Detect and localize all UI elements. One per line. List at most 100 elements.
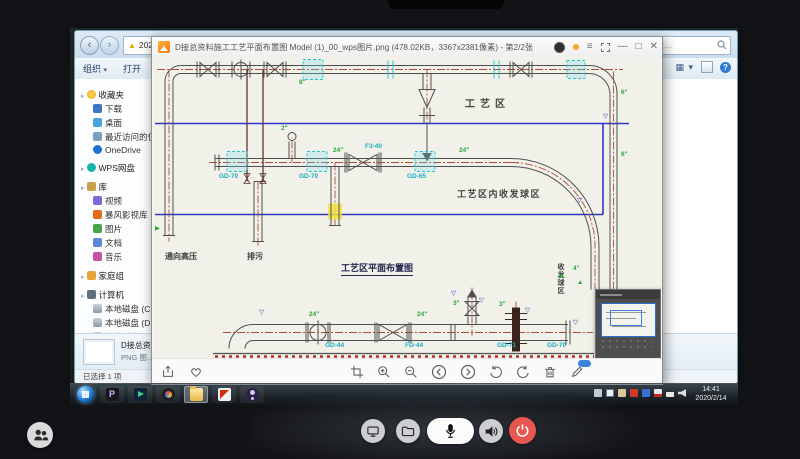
hang-up-button[interactable]	[509, 417, 536, 444]
system-tray[interactable]	[594, 389, 686, 397]
image-canvas[interactable]: 工艺区 工艺区内收发球区 工艺区平面布置图 通向高压 排污 收发球区 8"2"2…	[153, 57, 661, 358]
screen-share-button[interactable]	[361, 419, 385, 443]
sidebar-item[interactable]: OneDrive	[75, 144, 162, 156]
sidebar-item[interactable]: 图片	[75, 222, 162, 236]
sidebar-item[interactable]: 最近访问的位置	[75, 130, 162, 144]
taskbar-camera-app[interactable]	[156, 386, 180, 403]
expand-arrow-icon[interactable]: ▸	[81, 293, 85, 300]
expand-arrow-icon[interactable]: ▸	[81, 166, 85, 173]
sidebar-item-label: 视频	[105, 196, 122, 206]
tray-network-icon[interactable]	[666, 389, 674, 397]
microphone-button[interactable]	[427, 418, 474, 444]
tray-flag-icon[interactable]	[630, 389, 638, 397]
taskbar: P 14:41 2020/2/14	[70, 383, 738, 405]
sidebar-item-label: 文档	[105, 238, 122, 248]
next-image-icon[interactable]	[460, 364, 476, 380]
diagram-annotation: ▽	[573, 319, 578, 326]
speaker-button[interactable]	[479, 419, 503, 443]
previous-image-icon[interactable]	[431, 364, 447, 380]
crop-fit-icon[interactable]	[350, 365, 364, 379]
sidebar-group-label: 家庭组	[99, 271, 125, 281]
zoom-in-icon[interactable]	[377, 365, 391, 379]
people-icon	[31, 427, 49, 443]
back-button[interactable]: ‹	[80, 36, 99, 55]
navigator-viewport[interactable]	[610, 310, 642, 326]
play-icon	[134, 388, 147, 401]
fullscreen-button[interactable]	[601, 43, 610, 52]
sidebar-group-wps-cloud[interactable]: ▸WPS网盘	[75, 160, 162, 175]
pdf-icon	[218, 388, 231, 401]
preview-pane-button[interactable]	[701, 61, 713, 73]
navigator-panel[interactable]	[595, 289, 661, 358]
tray-printer-icon[interactable]	[594, 389, 602, 397]
sidebar-item[interactable]: 视频	[75, 194, 162, 208]
maximize-button[interactable]: □	[636, 42, 642, 52]
menu-button[interactable]: ≡	[587, 42, 593, 52]
taskbar-wps-app[interactable]: P	[100, 386, 124, 403]
organize-button[interactable]: 组织 ▾	[83, 62, 107, 75]
edit-pencil-icon	[570, 365, 584, 379]
taskbar-meeting-app[interactable]	[240, 386, 264, 403]
diagram-annotation: GD-70	[299, 173, 318, 180]
zoom-out-icon[interactable]	[404, 365, 418, 379]
taskbar-explorer[interactable]	[184, 386, 208, 403]
rotate-right-icon[interactable]	[516, 365, 530, 379]
sidebar-group-libraries[interactable]: ▸库	[75, 179, 162, 194]
delete-trash-icon[interactable]	[543, 365, 557, 379]
expand-arrow-icon[interactable]: ▸	[81, 185, 85, 192]
start-button[interactable]	[77, 386, 94, 403]
sidebar-item[interactable]: 桌面	[75, 116, 162, 130]
edit-beautify-button[interactable]	[570, 365, 584, 379]
sidebar-item[interactable]: 音乐	[75, 250, 162, 264]
rotate-left-icon[interactable]	[489, 365, 503, 379]
sidebar-item[interactable]: 本地磁盘 (D:)	[75, 316, 162, 330]
disk-icon	[93, 304, 102, 313]
file-thumbnail	[83, 339, 115, 365]
sidebar-group-star[interactable]: ▸收藏夹	[75, 87, 162, 102]
taskbar-clock[interactable]: 14:41 2020/2/14	[688, 386, 734, 403]
camera-lens-icon	[162, 388, 175, 401]
diagram-annotation: 24"	[459, 147, 469, 154]
navigator-header	[596, 290, 660, 299]
taskbar-pdf-reader[interactable]	[212, 386, 236, 403]
search-icon	[717, 40, 727, 50]
dark-mode-icon[interactable]	[554, 42, 565, 53]
navigator-dots	[602, 346, 652, 348]
folder-share-button[interactable]	[396, 419, 420, 443]
shared-desktop: ‹ › ▲202… 搜索… 组织 ▾ 打开 ▦ ▾ ? ▸收藏夹下载桌面	[70, 28, 738, 404]
sidebar-item[interactable]: 暴风影视库	[75, 208, 162, 222]
diagram-annotation: 6"	[621, 89, 628, 96]
tray-volume-icon[interactable]	[678, 389, 686, 397]
close-button[interactable]: ✕	[650, 42, 658, 52]
participants-button[interactable]	[27, 422, 53, 448]
open-button[interactable]: 打开	[123, 62, 141, 75]
sidebar-item[interactable]: 文档	[75, 236, 162, 250]
sidebar-item[interactable]: 下载	[75, 102, 162, 116]
photo-app-icon	[158, 41, 170, 53]
views-button[interactable]: ▦ ▾	[675, 62, 694, 73]
window-title: D接总资料施工工艺平面布置图 Model (1)_00_wps图片.png (4…	[175, 41, 542, 53]
tray-security-icon[interactable]	[654, 389, 662, 397]
sidebar-item-label: 音乐	[105, 252, 122, 262]
favorite-heart-icon[interactable]	[189, 365, 203, 379]
taskbar-video-player[interactable]	[128, 386, 152, 403]
sidebar-group-computer[interactable]: ▸计算机	[75, 287, 162, 302]
wps-p-icon: P	[106, 388, 119, 401]
navigator-thumbnail	[601, 303, 656, 337]
forward-button[interactable]: ›	[100, 36, 119, 55]
desktop-icon	[93, 118, 102, 127]
tray-messenger-icon[interactable]	[642, 389, 650, 397]
diagram-annotation: 3"	[453, 300, 460, 307]
expand-arrow-icon[interactable]: ▸	[81, 274, 85, 281]
warning-icon: ▲	[128, 41, 136, 50]
sidebar-item[interactable]: 本地磁盘 (C:)	[75, 302, 162, 316]
share-icon[interactable]	[161, 365, 175, 379]
sidebar-group-homegroup[interactable]: ▸ 家庭组	[75, 268, 162, 283]
help-button[interactable]: ?	[720, 62, 731, 73]
homegroup-icon	[87, 271, 96, 280]
expand-arrow-icon[interactable]: ▸	[81, 93, 85, 100]
minimize-button[interactable]: —	[618, 42, 628, 52]
tray-display-icon[interactable]	[606, 389, 614, 397]
diagram-annotation: GD-71	[497, 342, 516, 349]
tray-home-icon[interactable]	[618, 389, 626, 397]
